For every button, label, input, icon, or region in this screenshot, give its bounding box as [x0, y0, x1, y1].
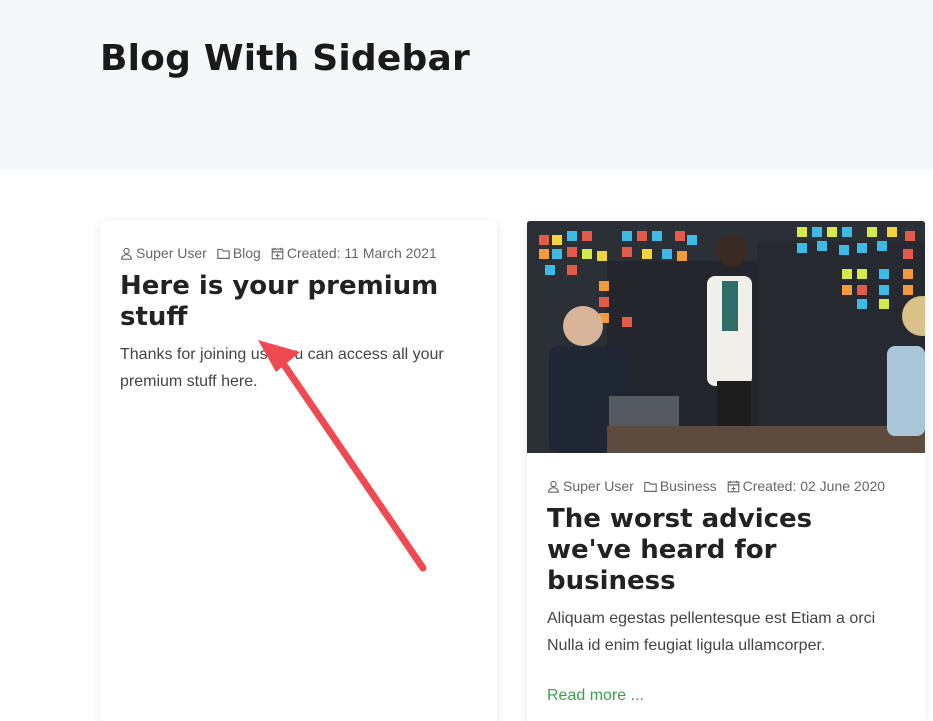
- created-date: Created: 02 June 2020: [742, 478, 886, 494]
- date-meta: Created: 02 June 2020: [727, 473, 885, 500]
- post-meta: Super User Blog Created: 11 March 2021: [120, 240, 477, 267]
- post-title[interactable]: The worst advices we've heard for busine…: [547, 504, 905, 597]
- created-date: Created: 11 March 2021: [286, 245, 437, 261]
- page-header: Blog With Sidebar: [0, 0, 933, 170]
- post-excerpt: Thanks for joining us. You can access al…: [120, 346, 444, 390]
- blog-card-business: Super User Business Created: 02 June 202…: [527, 221, 925, 721]
- category-name: Business: [659, 478, 717, 494]
- post-title[interactable]: Here is your premium stuff: [120, 271, 477, 333]
- category-meta[interactable]: Blog: [217, 240, 261, 267]
- category-name: Blog: [232, 245, 261, 261]
- folder-icon: [644, 481, 657, 492]
- page-title: Blog With Sidebar: [100, 38, 470, 79]
- date-meta: Created: 11 March 2021: [271, 240, 437, 267]
- calendar-icon: [727, 480, 739, 493]
- category-meta[interactable]: Business: [644, 473, 717, 500]
- calendar-icon: [271, 247, 284, 260]
- user-icon: [548, 480, 559, 493]
- author-name: Super User: [136, 245, 207, 261]
- post-meta: Super User Business Created: 02 June 202…: [547, 473, 905, 500]
- read-more-link[interactable]: Read more ...: [547, 687, 644, 705]
- author-name: Super User: [563, 478, 634, 494]
- blog-card-premium: Super User Blog Created: 11 March 2021 H…: [100, 221, 497, 721]
- folder-icon: [217, 248, 230, 259]
- post-image[interactable]: [527, 221, 925, 453]
- author-meta[interactable]: Super User: [120, 240, 207, 267]
- post-excerpt: Aliquam egestas pellentesque est Etiam a…: [547, 610, 876, 654]
- user-icon: [121, 247, 132, 260]
- author-meta[interactable]: Super User: [547, 473, 634, 500]
